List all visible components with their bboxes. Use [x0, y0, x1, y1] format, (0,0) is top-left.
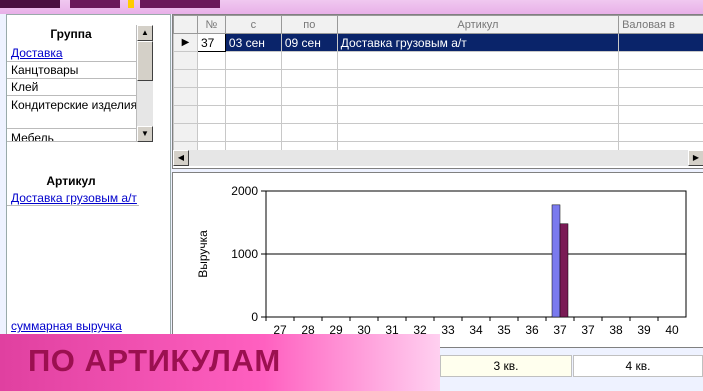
- cell-num[interactable]: 37: [196, 33, 226, 52]
- grid-table: № с по Артикул Валовая в ▶ 37 03 сен 09 …: [173, 15, 703, 160]
- revenue-chart: 0 1000 2000 Выручка 27 28 29 30 31 32 33 34 35 36 37 37…: [172, 172, 703, 348]
- x-tick-label: 37: [553, 323, 567, 337]
- banner-title: ПО АРТИКУЛАМ: [28, 343, 281, 378]
- top-tab-marker: [128, 0, 134, 8]
- top-tab-segment: [70, 0, 120, 8]
- scroll-up-icon[interactable]: ▲: [137, 25, 153, 41]
- column-header-num[interactable]: №: [196, 15, 226, 34]
- table-row[interactable]: [173, 123, 703, 142]
- group-item-confectionery[interactable]: Кондитерские изделия: [7, 98, 139, 129]
- top-tab-segment: [140, 0, 220, 8]
- grid-horizontal-scrollbar[interactable]: ◀ ▶: [173, 150, 703, 166]
- y-tick-label: 2000: [231, 184, 258, 198]
- x-tick-label: 33: [441, 323, 455, 337]
- top-strip: [0, 0, 703, 14]
- x-tick-label: 34: [469, 323, 483, 337]
- summary-revenue-link[interactable]: суммарная выручка: [11, 319, 122, 333]
- group-header: Группа: [50, 27, 92, 41]
- article-item-truck-delivery[interactable]: Доставка грузовым а/т: [7, 191, 139, 206]
- scroll-down-icon[interactable]: ▼: [137, 126, 153, 142]
- chart-svg: 010002000Выручка27 28 29 30 31 32 33 34 35 36 37 37…: [196, 184, 687, 337]
- column-header-article[interactable]: Артикул: [336, 15, 620, 34]
- column-header-gross[interactable]: Валовая в: [618, 15, 703, 34]
- column-header-from[interactable]: с: [224, 15, 282, 34]
- x-tick-label: 40: [665, 323, 679, 337]
- bar: [551, 204, 561, 318]
- row-pointer-icon: ▶: [173, 33, 198, 52]
- column-header-to[interactable]: по: [280, 15, 338, 34]
- data-grid: № с по Артикул Валовая в ▶ 37 03 сен 09 …: [172, 14, 703, 169]
- top-tab-segment: [0, 0, 60, 8]
- x-tick-label: 38: [609, 323, 623, 337]
- grid-header-row: № с по Артикул Валовая в: [173, 15, 703, 34]
- x-tick-label: 37: [581, 323, 595, 337]
- group-list-scrollbar[interactable]: ▲ ▼: [136, 25, 153, 142]
- scroll-left-icon[interactable]: ◀: [173, 150, 189, 166]
- scroll-thumb[interactable]: [137, 41, 153, 81]
- cell-article[interactable]: Доставка грузовым а/т: [336, 33, 620, 52]
- table-row[interactable]: [173, 87, 703, 106]
- table-row[interactable]: [173, 51, 703, 70]
- group-item-glue[interactable]: Клей: [7, 80, 139, 96]
- scroll-right-icon[interactable]: ▶: [688, 150, 703, 166]
- x-tick-label: 39: [637, 323, 651, 337]
- y-tick-label: 1000: [231, 247, 258, 261]
- x-tick-label: 35: [497, 323, 511, 337]
- group-item-furniture[interactable]: Мебель: [7, 131, 139, 142]
- bar: [559, 223, 569, 318]
- cell-from[interactable]: 03 сен: [224, 33, 282, 52]
- cell-to[interactable]: 09 сен: [280, 33, 338, 52]
- cell-gross[interactable]: [618, 33, 703, 52]
- table-row[interactable]: [173, 69, 703, 88]
- x-tick-label: 36: [525, 323, 539, 337]
- y-tick-label: 0: [251, 310, 258, 324]
- quarter-cell-q3[interactable]: 3 кв.: [440, 355, 572, 377]
- group-item-delivery[interactable]: Доставка: [7, 46, 139, 62]
- y-axis-label: Выручка: [196, 230, 210, 278]
- table-row[interactable]: [173, 105, 703, 124]
- table-row-selected[interactable]: ▶ 37 03 сен 09 сен Доставка грузовым а/т: [173, 33, 703, 52]
- group-item-stationery[interactable]: Канцтовары: [7, 63, 139, 79]
- quarter-cell-q4[interactable]: 4 кв.: [573, 355, 703, 377]
- article-header: Артикул: [46, 174, 96, 188]
- row-selector-header: [173, 15, 198, 34]
- filter-panel: Группа Доставка Канцтовары Клей Кондитер…: [6, 14, 171, 354]
